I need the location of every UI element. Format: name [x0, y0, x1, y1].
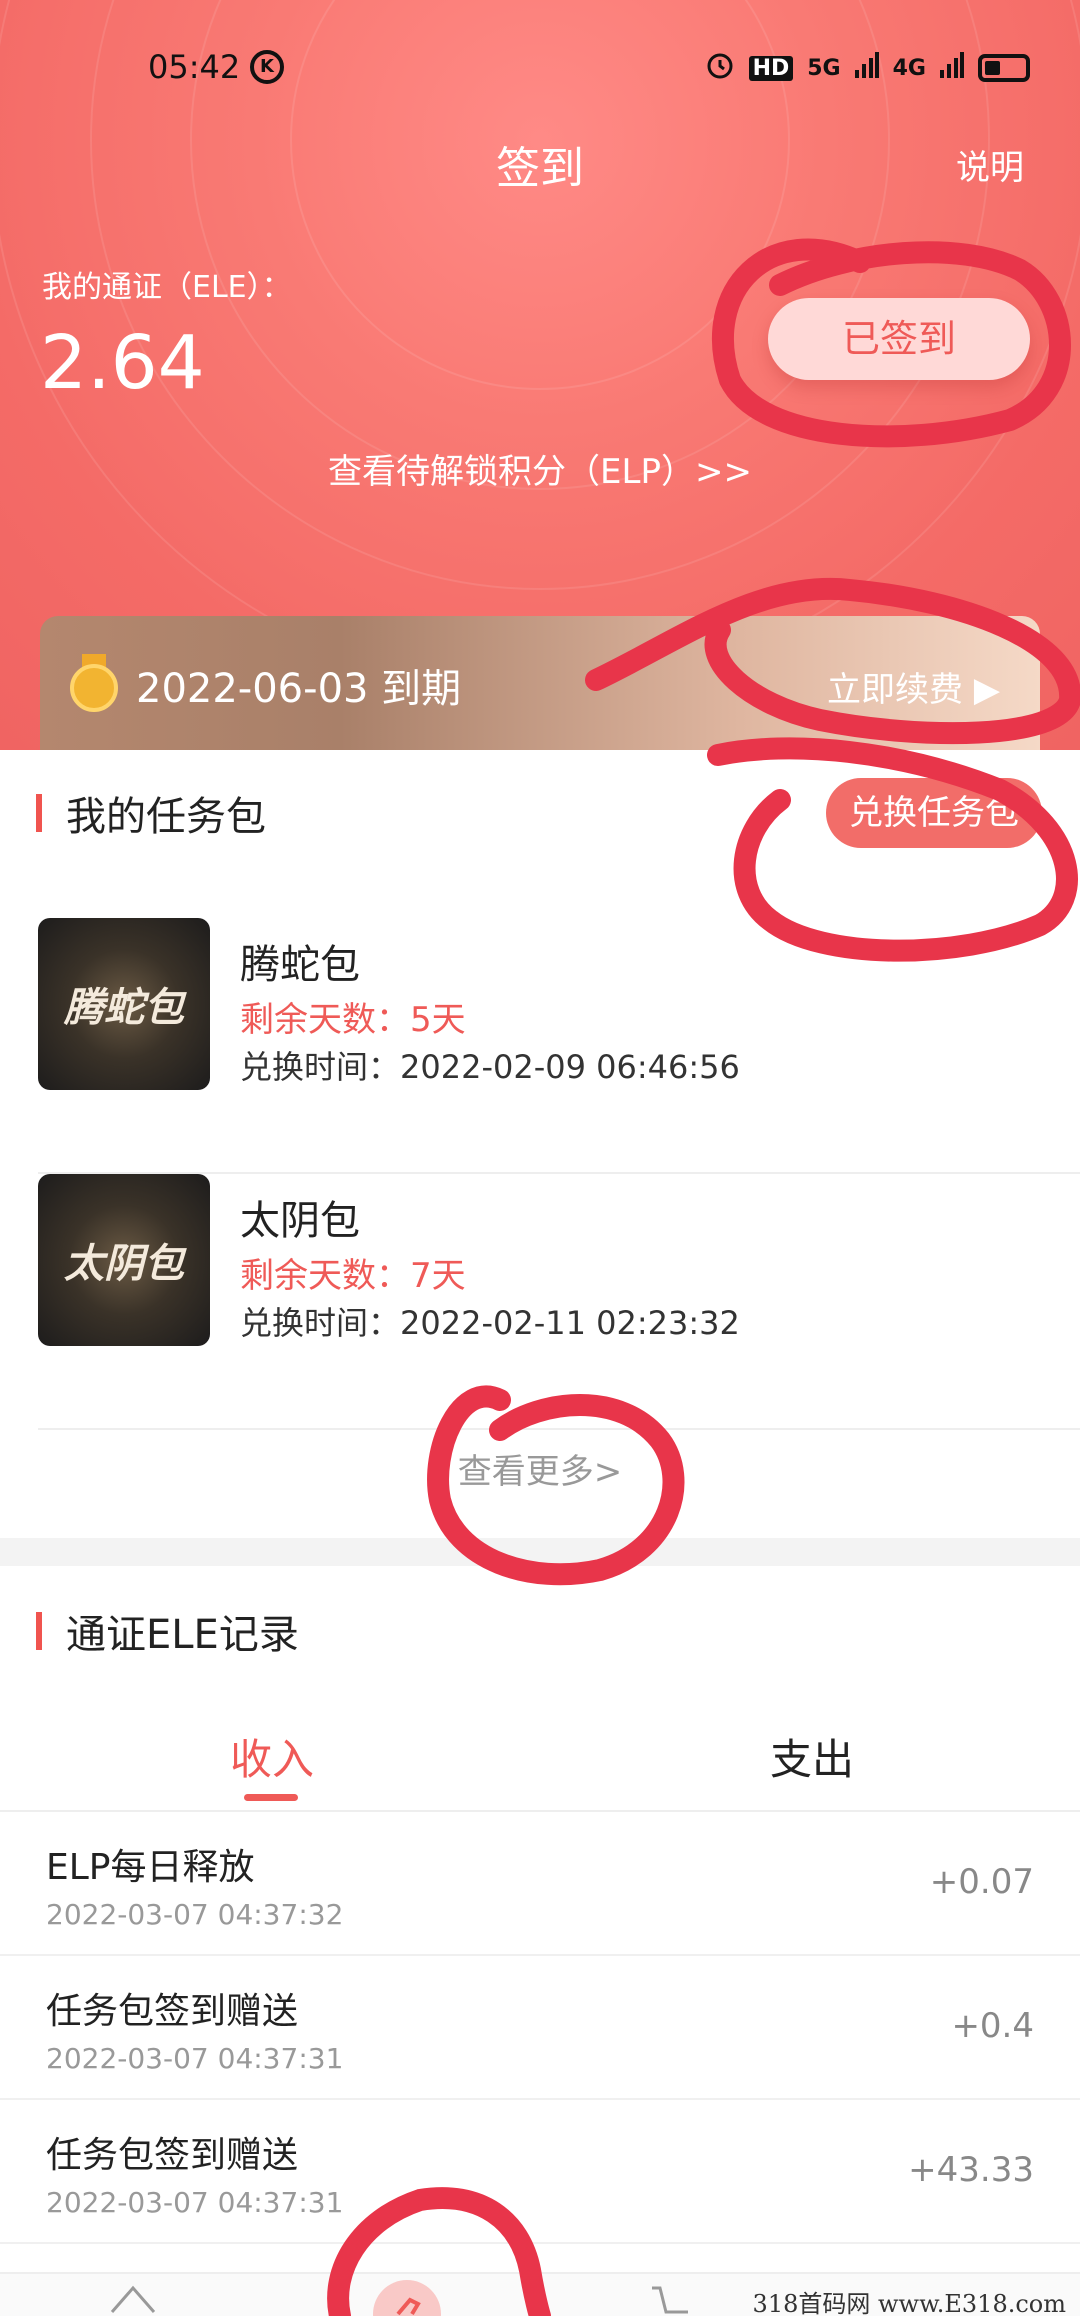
help-link[interactable]: 说明: [956, 140, 1024, 189]
tab-indicator: [244, 1794, 298, 1801]
elp-link[interactable]: 查看待解锁积分（ELP）>>: [0, 444, 1080, 493]
balance-label: 我的通证（ELE）：: [42, 270, 292, 305]
pack-remaining-days: 剩余天数：7天: [240, 1256, 466, 1296]
renew-button[interactable]: 立即续费 ▶: [827, 662, 1000, 711]
cart-icon[interactable]: [648, 2282, 694, 2316]
pack-name: 太阴包: [240, 1198, 360, 1244]
pack-image: 太阴包: [38, 1174, 210, 1346]
tab-expense[interactable]: 支出: [770, 1726, 854, 1787]
signal-4g-icon: 4G: [892, 55, 926, 81]
pack-exchange-time: 兑换时间：2022-02-09 06:46:56: [240, 1048, 740, 1086]
record-amount: +0.4: [951, 2006, 1034, 2046]
divider: [38, 1428, 1080, 1430]
section-title: 我的任务包: [66, 794, 266, 840]
pack-image: 腾蛇包: [38, 918, 210, 1090]
watermark: 318首码网 www.E318.com: [752, 2290, 1066, 2316]
see-more-link[interactable]: 查看更多>: [0, 1444, 1080, 1493]
pack-remaining-days: 剩余天数：5天: [240, 1000, 466, 1040]
page-title: 签到: [496, 143, 584, 194]
home-icon[interactable]: [108, 2282, 158, 2316]
signal-5g-icon: 5G: [807, 55, 841, 81]
battery-icon: [978, 54, 1030, 82]
record-title: 任务包签到赠送: [46, 2135, 299, 2176]
balance-value: 2.64: [40, 320, 205, 406]
record-time: 2022-03-07 04:37:32: [46, 1898, 344, 1931]
record-amount: +43.33: [908, 2150, 1034, 2190]
expire-date: 2022-06-03 到期: [136, 666, 462, 712]
status-icons: HD 5G 4G: [705, 50, 1030, 86]
record-title: ELP每日释放: [46, 1847, 255, 1888]
section-title: 通证ELE记录: [66, 1612, 299, 1658]
hd-icon: HD: [748, 55, 794, 81]
record-time: 2022-03-07 04:37:31: [46, 2186, 344, 2219]
pack-item[interactable]: 太阴包 太阴包 剩余天数：7天 兑换时间：2022-02-11 02:23:32: [38, 1174, 1080, 1430]
alarm-icon: [705, 50, 735, 86]
record-title: 任务包签到赠送: [46, 1991, 299, 2032]
status-bar: 05:42 K HD 5G 4G: [0, 40, 1080, 100]
record-row: 任务包签到赠送 2022-03-07 04:37:31 +0.4: [0, 1956, 1080, 2100]
signed-button[interactable]: 已签到: [768, 298, 1030, 380]
status-time: 05:42: [148, 48, 241, 86]
tab-income[interactable]: 收入: [230, 1726, 314, 1787]
tag-icon[interactable]: [372, 2274, 442, 2316]
record-time: 2022-03-07 04:37:31: [46, 2042, 344, 2075]
signal-bars-icon: [940, 52, 964, 84]
pack-item[interactable]: 腾蛇包 腾蛇包 剩余天数：5天 兑换时间：2022-02-09 06:46:56: [38, 918, 1080, 1174]
k-icon: K: [250, 50, 284, 84]
record-amount: +0.07: [929, 1862, 1034, 1902]
record-row: ELP每日释放 2022-03-07 04:37:32 +0.07: [0, 1812, 1080, 1956]
section-marker: [36, 794, 42, 832]
section-gap: [0, 1538, 1080, 1566]
pack-exchange-time: 兑换时间：2022-02-11 02:23:32: [240, 1304, 740, 1342]
record-row: 任务包签到赠送 2022-03-07 04:37:31 +43.33: [0, 2100, 1080, 2244]
pack-name: 腾蛇包: [240, 942, 360, 988]
header-banner: 05:42 K HD 5G 4G 签到 说明 我的通证（ELE）： 2.64 已…: [0, 0, 1080, 750]
medal-icon: [68, 654, 120, 714]
signal-bars-icon: [854, 52, 879, 84]
divider: [0, 2242, 1080, 2244]
records-section-header: 通证ELE记录: [36, 1606, 299, 1658]
exchange-pack-button[interactable]: 兑换任务包: [826, 778, 1042, 848]
section-marker: [36, 1612, 42, 1650]
membership-card: 2022-06-03 到期 立即续费 ▶: [40, 616, 1040, 750]
task-section-header: 我的任务包: [36, 788, 266, 840]
